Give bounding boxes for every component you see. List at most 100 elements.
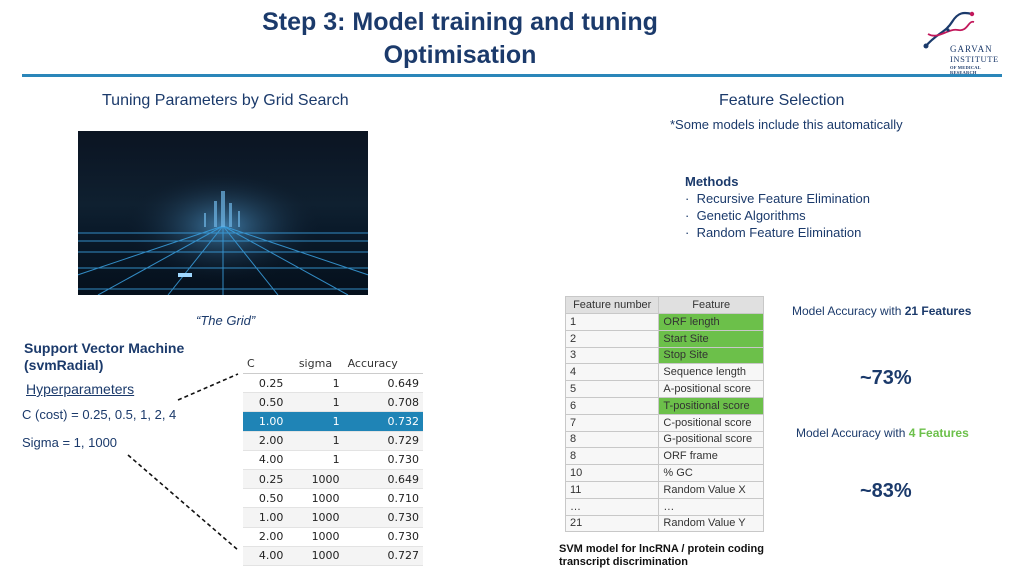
title-line-2: Optimisation bbox=[383, 41, 537, 69]
svm-title: Support Vector Machine (svmRadial) bbox=[24, 340, 184, 374]
methods-title: Methods bbox=[685, 174, 739, 189]
feature-selection-heading: Feature Selection bbox=[719, 92, 845, 109]
feature-number-cell: 8 bbox=[564, 447, 660, 466]
grid-image-caption: “The Grid” bbox=[196, 313, 256, 328]
tuning-table-row: 0.50 1 0.708 bbox=[243, 392, 423, 413]
tuning-table-row: 0.25 1000 0.649 bbox=[243, 469, 423, 490]
header-c: C bbox=[243, 353, 288, 374]
tuning-table-row: 4.00 1000 0.727 bbox=[243, 546, 423, 566]
header-feature-number: Feature number bbox=[564, 296, 660, 314]
feature-table-row: 2 Start Site bbox=[564, 329, 764, 348]
sigma-values: Sigma = 1, 1000 bbox=[22, 435, 118, 450]
tuning-cell: 0.649 bbox=[343, 469, 423, 490]
feature-number-cell: 21 bbox=[564, 514, 660, 533]
feature-table-row: 11 Random Value X bbox=[564, 480, 764, 499]
header-accuracy: Accuracy bbox=[343, 353, 423, 374]
svm-note-line-1: SVM model for lncRNA / protein coding bbox=[559, 543, 764, 555]
tuning-table-row: 0.50 1000 0.710 bbox=[243, 488, 423, 509]
feature-table-row: …… bbox=[564, 497, 764, 516]
tuning-cell: 0.649 bbox=[343, 373, 423, 394]
methods-list: Methods · Recursive Feature Elimination … bbox=[685, 173, 870, 241]
tuning-cell: 0.730 bbox=[343, 507, 423, 528]
feature-table: Feature number Feature 1 ORF length 2 Start… bbox=[564, 296, 764, 533]
tuning-cell: 1000 bbox=[287, 507, 344, 528]
feature-name-cell: … bbox=[658, 497, 764, 516]
method-item: · Genetic Algorithms bbox=[685, 208, 806, 223]
tuning-cell: 0.25 bbox=[243, 469, 288, 490]
logo-line-2: INSTITUTE bbox=[950, 54, 999, 64]
feature-table-row: 6 T-positional score bbox=[564, 396, 764, 415]
logo-line-1: GARVAN bbox=[950, 44, 993, 54]
feature-table-row: 4 Sequence length bbox=[564, 363, 764, 382]
tuning-cell: 0.50 bbox=[243, 392, 288, 413]
tuning-cell: 1000 bbox=[287, 488, 344, 509]
tuning-results-table: C sigma Accuracy 0.25 1 0.649 0.50 1 0.708 1.0… bbox=[243, 353, 423, 566]
tuning-cell: 0.730 bbox=[343, 527, 423, 547]
tuning-cell: 1 bbox=[287, 411, 344, 432]
tuning-cell: 1 bbox=[287, 373, 344, 394]
header-sigma: sigma bbox=[287, 353, 344, 374]
tuning-cell: 0.708 bbox=[343, 392, 423, 413]
feature-name-cell: Start Site bbox=[658, 329, 764, 348]
tuning-table-row: 0.25 1 0.649 bbox=[243, 373, 423, 394]
tuning-cell: 0.710 bbox=[343, 488, 423, 509]
tuning-cell: 0.729 bbox=[343, 431, 423, 451]
title-divider bbox=[22, 74, 1002, 77]
feature-table-row: 8 ORF frame bbox=[564, 447, 764, 466]
tuning-cell: 0.732 bbox=[343, 411, 423, 432]
tuning-cell: 0.25 bbox=[243, 373, 288, 394]
tuning-cell: 1.00 bbox=[243, 507, 288, 528]
hyperparameters-label: Hyperparameters bbox=[26, 381, 135, 397]
tuning-cell: 2.00 bbox=[243, 527, 288, 547]
tuning-cell: 1 bbox=[287, 450, 344, 470]
tuning-cell: 2.00 bbox=[243, 431, 288, 451]
tuning-table-row: 2.00 1 0.729 bbox=[243, 431, 423, 451]
c-cost-values: C (cost) = 0.25, 0.5, 1, 2, 4 bbox=[22, 407, 177, 422]
garvan-logo: GARVAN INSTITUTE OF MEDICAL RESEARCH bbox=[916, 10, 1006, 75]
feature-name-cell: Sequence length bbox=[658, 363, 764, 382]
tuning-cell: 1 bbox=[287, 431, 344, 451]
feature-name-cell: Stop Site bbox=[658, 346, 764, 365]
svm-note-line-2: transcript discrimination bbox=[559, 556, 688, 568]
tuning-table-header: C sigma Accuracy bbox=[243, 353, 423, 374]
tuning-cell: 0.50 bbox=[243, 488, 288, 509]
accuracy-21-label: Model Accuracy with 21 Features bbox=[792, 304, 972, 318]
accuracy-4-value: ~83% bbox=[860, 480, 912, 502]
feature-number-cell: 4 bbox=[564, 363, 660, 382]
feature-name-cell: ORF frame bbox=[658, 447, 764, 466]
feature-name-cell: A-positional score bbox=[658, 380, 764, 398]
feature-table-row: 5 A-positional score bbox=[564, 380, 764, 398]
feature-table-row: 10% GC bbox=[564, 464, 764, 482]
feature-table-header: Feature number Feature bbox=[564, 296, 764, 314]
tuning-table-row: 1.00 1 0.732 bbox=[243, 411, 423, 432]
tuning-cell: 0.730 bbox=[343, 450, 423, 470]
svm-title-line-2: (svmRadial) bbox=[24, 357, 104, 373]
tuning-table-row: 2.00 1000 0.730 bbox=[243, 527, 423, 547]
svm-title-line-1: Support Vector Machine bbox=[24, 340, 185, 356]
slide-title: Step 3: Model training and tuning Optimi… bbox=[160, 6, 760, 72]
feature-selection-note: *Some models include this automatically bbox=[670, 117, 903, 132]
feature-number-cell: 8 bbox=[564, 430, 660, 449]
tuning-cell: 1000 bbox=[287, 546, 344, 566]
tuning-cell: 1000 bbox=[287, 469, 344, 490]
feature-number-cell: 5 bbox=[564, 380, 660, 398]
tuning-cell: 0.727 bbox=[343, 546, 423, 566]
accuracy-4-label: Model Accuracy with 4 Features bbox=[796, 426, 969, 440]
grid-search-heading: Tuning Parameters by Grid Search bbox=[102, 92, 349, 109]
feature-number-cell: 10 bbox=[564, 464, 660, 482]
feature-name-cell: % GC bbox=[658, 464, 764, 482]
method-item: · Recursive Feature Elimination bbox=[685, 191, 870, 206]
feature-table-row: 3 Stop Site bbox=[564, 346, 764, 365]
tuning-table-row: 4.00 1 0.730 bbox=[243, 450, 423, 470]
feature-number-cell: 2 bbox=[564, 329, 660, 348]
svm-model-note: SVM model for lncRNA / protein coding tr… bbox=[559, 543, 764, 569]
feature-name-cell: G-positional score bbox=[658, 430, 764, 449]
feature-number-cell: 11 bbox=[564, 480, 660, 499]
grid-picture bbox=[78, 131, 368, 295]
feature-table-row: 8 G-positional score bbox=[564, 430, 764, 449]
method-item: · Random Feature Elimination bbox=[685, 225, 862, 240]
accuracy-21-value: ~73% bbox=[860, 367, 912, 389]
tuning-table-row: 1.00 1000 0.730 bbox=[243, 507, 423, 528]
feature-number-cell: 7 bbox=[564, 413, 660, 432]
feature-table-row: 7 C-positional score bbox=[564, 413, 764, 432]
